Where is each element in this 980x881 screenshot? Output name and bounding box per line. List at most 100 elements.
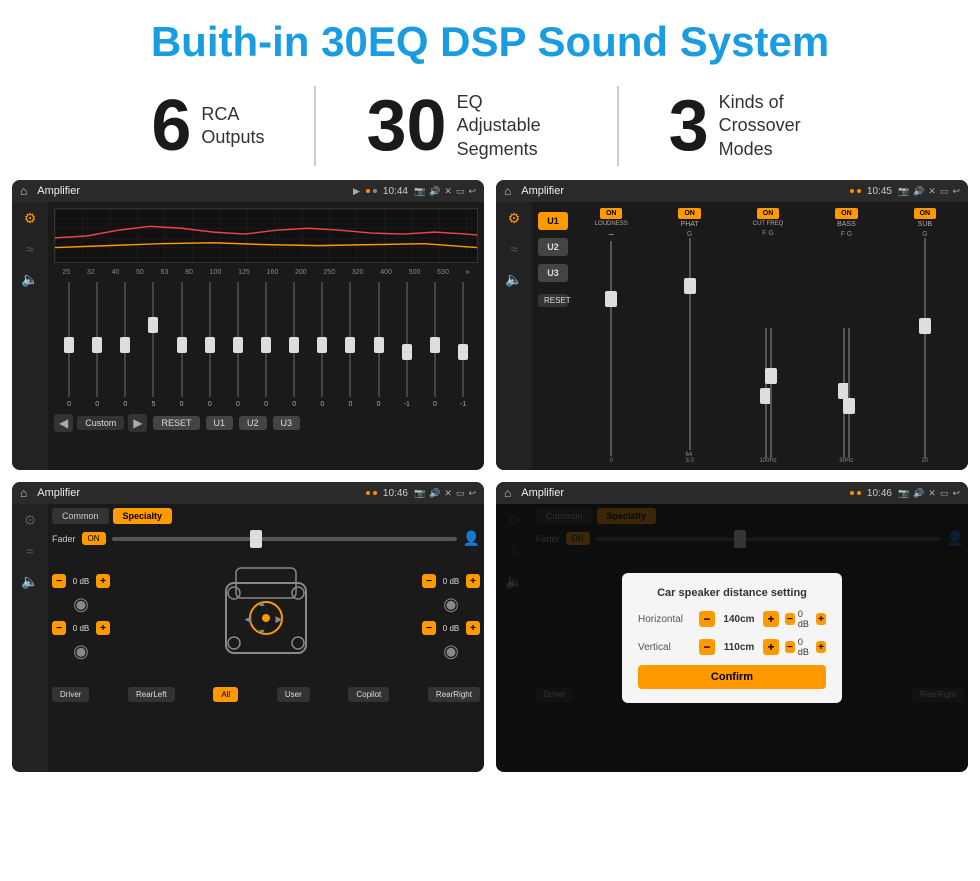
window-icon-fader[interactable]: ▭: [456, 488, 465, 499]
time-amp: 10:45: [867, 186, 892, 197]
eq-reset-btn[interactable]: RESET: [153, 416, 199, 430]
amp-reset-btn[interactable]: RESET: [538, 294, 568, 307]
confirm-button[interactable]: Confirm: [638, 665, 826, 689]
bass-f-label: F G: [841, 231, 853, 238]
channel-bass: ON BASS F G 90Hz: [809, 208, 883, 464]
copilot-btn[interactable]: Copilot: [348, 687, 389, 702]
channel-loudness: ON LOUDNESS ~ 0: [574, 208, 648, 464]
dialog-plus-db-v[interactable]: +: [816, 641, 826, 653]
minus-btn-right-top[interactable]: −: [422, 574, 436, 588]
fader-on-btn[interactable]: ON: [82, 532, 106, 545]
eq-icon[interactable]: ⚙: [24, 210, 37, 227]
camera-icon-eq: 📷: [414, 186, 425, 197]
loudness-tilde: ~: [608, 230, 614, 241]
tab-common[interactable]: Common: [52, 508, 109, 524]
dialog-value-vertical: 110cm: [719, 642, 759, 653]
speaker-right-bot: ◉: [443, 641, 459, 662]
stat-item-rca: 6 RCAOutputs: [101, 90, 314, 162]
dialog-plus-horizontal[interactable]: +: [763, 611, 779, 627]
volume-icon-eq: 🔊: [429, 186, 440, 197]
screen-fader: ⌂ Amplifier 10:46 📷 🔊 ✕ ▭ ↩ ⚙ ≈ 🔈 Common: [12, 482, 484, 772]
screen-eq: ⌂ Amplifier ▶ 10:44 📷 🔊 ✕ ▭ ↩ ⚙ ≈ 🔈: [12, 180, 484, 470]
preset-u1-btn[interactable]: U1: [538, 212, 568, 230]
cutfreq-g-label: G: [768, 230, 773, 237]
home-icon-amp[interactable]: ⌂: [504, 184, 511, 198]
wave-icon-amp[interactable]: ≈: [510, 241, 518, 257]
home-icon-eq[interactable]: ⌂: [20, 184, 27, 198]
close-icon-dialog[interactable]: ✕: [928, 488, 936, 499]
home-icon-dialog[interactable]: ⌂: [504, 486, 511, 500]
speaker-icon-eq[interactable]: 🔈: [21, 271, 38, 288]
eq-icon-fader[interactable]: ⚙: [24, 512, 37, 529]
loudness-on-btn[interactable]: ON: [600, 208, 623, 219]
phat-on-btn[interactable]: ON: [678, 208, 701, 219]
close-icon-fader[interactable]: ✕: [444, 488, 452, 499]
back-icon-fader[interactable]: ↩: [468, 488, 476, 499]
stat-label-eq: EQ AdjustableSegments: [457, 91, 567, 161]
rearleft-btn[interactable]: RearLeft: [128, 687, 175, 702]
home-icon-fader[interactable]: ⌂: [20, 486, 27, 500]
stats-row: 6 RCAOutputs 30 EQ AdjustableSegments 3 …: [0, 76, 980, 180]
db-value-right-top: 0 dB: [439, 577, 463, 586]
dialog-value-horizontal: 140cm: [719, 614, 759, 625]
back-icon-dialog[interactable]: ↩: [952, 488, 960, 499]
plus-btn-left-top[interactable]: +: [96, 574, 110, 588]
speaker-icon-amp[interactable]: 🔈: [505, 271, 522, 288]
back-icon-eq[interactable]: ↩: [468, 186, 476, 197]
all-btn[interactable]: All: [213, 687, 238, 702]
dialog-minus-horizontal[interactable]: −: [699, 611, 715, 627]
minus-btn-right-bot[interactable]: −: [422, 621, 436, 635]
channel-phat: ON PHAT G 643.0: [652, 208, 726, 464]
tab-specialty[interactable]: Specialty: [113, 508, 173, 524]
minus-btn-left-bot[interactable]: −: [52, 621, 66, 635]
speaker-icon-fader[interactable]: 🔈: [21, 573, 38, 590]
eq-play-btn[interactable]: ▶: [128, 414, 147, 432]
dialog-box: Car speaker distance setting Horizontal …: [622, 573, 842, 703]
plus-btn-right-bot[interactable]: +: [466, 621, 480, 635]
plus-btn-right-top[interactable]: +: [466, 574, 480, 588]
svg-text:▼: ▼: [258, 627, 267, 637]
rearright-btn[interactable]: RearRight: [428, 687, 480, 702]
status-bar-fader: ⌂ Amplifier 10:46 📷 🔊 ✕ ▭ ↩: [12, 482, 484, 504]
cutfreq-on-btn[interactable]: ON: [757, 208, 780, 219]
volume-icon-dialog: 🔊: [913, 488, 924, 499]
stat-number-crossover: 3: [669, 90, 709, 162]
close-icon-eq[interactable]: ✕: [444, 186, 452, 197]
dialog-plus-vertical[interactable]: +: [763, 639, 779, 655]
preset-u2-btn[interactable]: U2: [538, 238, 568, 256]
dialog-plus-db-h[interactable]: +: [816, 613, 826, 625]
window-icon-eq[interactable]: ▭: [456, 186, 465, 197]
wave-icon-fader[interactable]: ≈: [26, 543, 34, 559]
bass-on-btn[interactable]: ON: [835, 208, 858, 219]
stat-item-crossover: 3 Kinds ofCrossover Modes: [619, 90, 879, 162]
db-value-left-bot: 0 dB: [69, 624, 93, 633]
wave-icon[interactable]: ≈: [26, 241, 34, 257]
camera-icon-fader: 📷: [414, 488, 425, 499]
plus-btn-left-bot[interactable]: +: [96, 621, 110, 635]
window-icon-dialog[interactable]: ▭: [940, 488, 949, 499]
dialog-minus-db-v[interactable]: −: [785, 641, 795, 653]
sub-g-label: G: [922, 231, 927, 238]
eq-icon-amp[interactable]: ⚙: [508, 210, 521, 227]
speaker-right-top: ◉: [443, 594, 459, 615]
eq-u1-btn[interactable]: U1: [206, 416, 234, 430]
dialog-overlay: Car speaker distance setting Horizontal …: [496, 504, 968, 772]
eq-prev-btn[interactable]: ◀: [54, 414, 73, 432]
minus-btn-left-top[interactable]: −: [52, 574, 66, 588]
dialog-minus-vertical[interactable]: −: [699, 639, 715, 655]
window-icon-amp[interactable]: ▭: [940, 186, 949, 197]
eq-u2-btn[interactable]: U2: [239, 416, 267, 430]
dialog-minus-db-h[interactable]: −: [785, 613, 795, 625]
side-icons-fader: ⚙ ≈ 🔈: [12, 504, 48, 772]
sub-on-btn[interactable]: ON: [914, 208, 937, 219]
user-btn[interactable]: User: [277, 687, 310, 702]
camera-icon-dialog: 📷: [898, 488, 909, 499]
driver-btn[interactable]: Driver: [52, 687, 89, 702]
preset-u3-btn[interactable]: U3: [538, 264, 568, 282]
fader-label: Fader: [52, 534, 76, 544]
car-diagram: ▲ ▼ ◀ ▶: [206, 553, 326, 683]
back-icon-amp[interactable]: ↩: [952, 186, 960, 197]
eq-u3-btn[interactable]: U3: [273, 416, 301, 430]
eq-graph: [54, 208, 478, 263]
close-icon-amp[interactable]: ✕: [928, 186, 936, 197]
